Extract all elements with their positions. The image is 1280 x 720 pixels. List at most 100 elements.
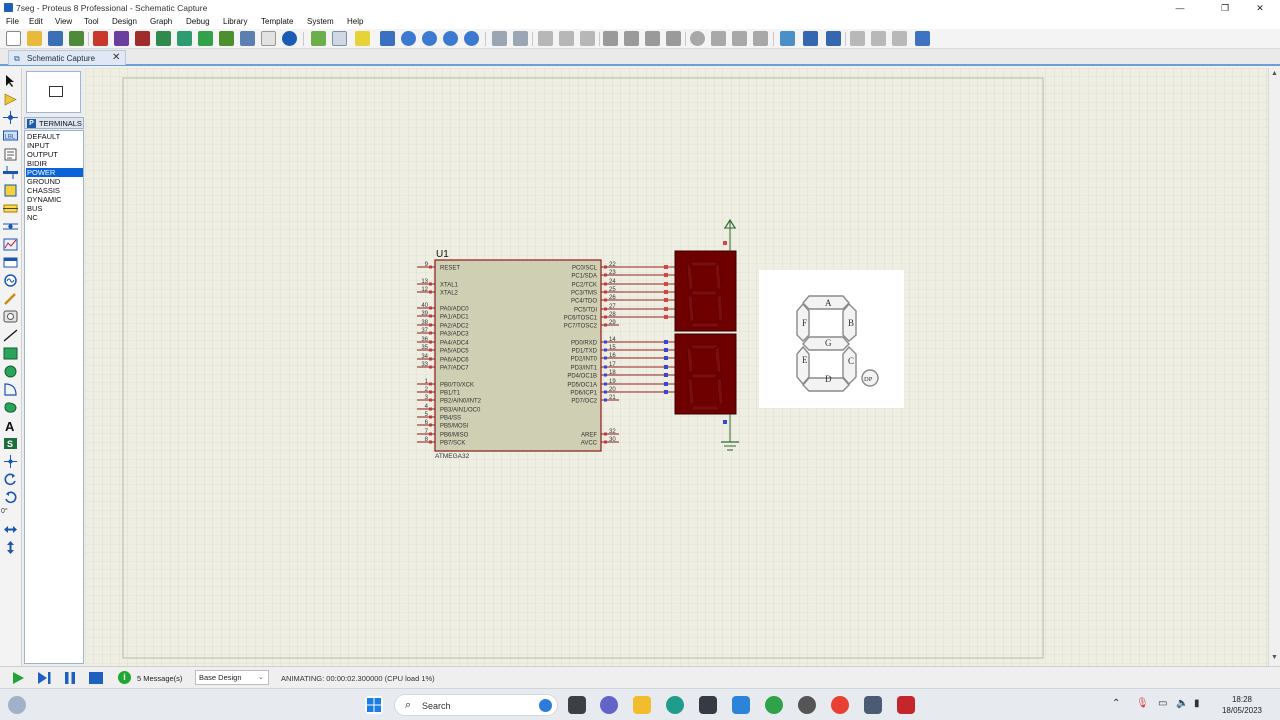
link-app-icon[interactable] (732, 696, 750, 714)
redo-icon[interactable] (513, 31, 528, 46)
weather-icon[interactable] (8, 696, 26, 714)
mirror-vertical-icon[interactable] (3, 541, 18, 554)
close-button[interactable]: ✕ (1240, 1, 1280, 15)
taskbar-search[interactable]: ⌕ Search (394, 694, 558, 716)
help-icon[interactable] (282, 31, 297, 46)
block-copy-icon[interactable] (603, 31, 618, 46)
restore-button[interactable]: ❐ (1205, 1, 1245, 15)
menu-help[interactable]: Help (347, 17, 363, 26)
paste-icon[interactable] (580, 31, 595, 46)
marker-tool-icon[interactable] (3, 455, 18, 468)
search-tag-icon[interactable] (803, 31, 818, 46)
menu-library[interactable]: Library (223, 17, 247, 26)
open-folder-icon[interactable] (27, 31, 42, 46)
chat-icon[interactable] (600, 696, 618, 714)
selection-mode-icon[interactable] (3, 74, 18, 87)
decompose-icon[interactable] (732, 31, 747, 46)
list-item[interactable]: GROUND (26, 177, 83, 186)
new-sheet-icon[interactable] (850, 31, 865, 46)
import-icon[interactable] (69, 31, 84, 46)
goto-sheet-icon[interactable] (892, 31, 907, 46)
menu-design[interactable]: Design (112, 17, 137, 26)
path-tool-icon[interactable] (3, 401, 18, 414)
recorder-icon[interactable] (897, 696, 915, 714)
probe-mode-icon[interactable] (3, 292, 18, 305)
schematic-icon[interactable] (114, 31, 129, 46)
gerber-icon[interactable] (177, 31, 192, 46)
scroll-up-icon[interactable]: ▲ (1271, 70, 1278, 77)
subcircuit-mode-icon[interactable] (3, 184, 18, 197)
rotate-anticlockwise-icon[interactable] (3, 491, 18, 504)
menu-tool[interactable]: Tool (84, 17, 99, 26)
pick-device-icon[interactable] (690, 31, 705, 46)
generator-mode-icon[interactable] (3, 274, 18, 287)
pcb-layout-icon[interactable] (135, 31, 150, 46)
zoom-out-icon[interactable] (422, 31, 437, 46)
remove-sheet-icon[interactable] (871, 31, 886, 46)
mirror-horizontal-icon[interactable] (3, 523, 18, 536)
list-item[interactable]: BIDIR (26, 159, 83, 168)
schematic-sheet[interactable]: U1 ATMEGA32 9RESET13XTAL112XTAL240PA0/AD… (85, 68, 1268, 666)
refresh-icon[interactable] (311, 31, 326, 46)
design-explorer-icon[interactable] (198, 31, 213, 46)
box-tool-icon[interactable] (3, 347, 18, 360)
start-icon[interactable] (365, 696, 383, 714)
cut-icon[interactable] (538, 31, 553, 46)
component-mode-icon[interactable] (3, 93, 18, 106)
tab-schematic-capture[interactable]: ⧉ Schematic Capture ✕ (8, 50, 126, 65)
menu-debug[interactable]: Debug (186, 17, 210, 26)
pause-icon[interactable] (62, 671, 78, 685)
github-icon[interactable] (798, 696, 816, 714)
zoom-all-icon[interactable] (443, 31, 458, 46)
block-move-icon[interactable] (624, 31, 639, 46)
new-file-icon[interactable] (6, 31, 21, 46)
vertical-scrollbar[interactable]: ▲ ▼ (1268, 68, 1280, 666)
design-select[interactable]: Base Design ⌄ (195, 670, 269, 685)
electrical-rule-check-icon[interactable] (915, 31, 930, 46)
seven-segment-display-lower[interactable] (674, 333, 737, 415)
graph-mode-icon[interactable] (3, 238, 18, 251)
block-rotate-icon[interactable] (645, 31, 660, 46)
tape-recorder-icon[interactable] (3, 256, 18, 269)
list-item[interactable]: NC (26, 213, 83, 222)
minimize-button[interactable]: — (1160, 1, 1200, 15)
proteus-taskbar-icon[interactable] (864, 696, 882, 714)
xbox-icon[interactable] (765, 696, 783, 714)
seven-segment-display-upper[interactable] (674, 250, 737, 332)
volume-icon[interactable]: 🔈 (1176, 698, 1188, 709)
circle-tool-icon[interactable] (3, 365, 18, 378)
text-script-icon[interactable] (3, 148, 18, 161)
message-count[interactable]: 5 Message(s) (137, 674, 182, 683)
step-icon[interactable] (36, 671, 52, 685)
list-item[interactable]: DYNAMIC (26, 195, 83, 204)
menu-system[interactable]: System (307, 17, 334, 26)
store-icon[interactable] (699, 696, 717, 714)
menu-template[interactable]: Template (261, 17, 293, 26)
stop-icon[interactable] (88, 671, 104, 685)
list-item-selected[interactable]: POWER (26, 168, 83, 177)
virtual-instruments-icon[interactable] (3, 310, 18, 323)
zoom-in-icon[interactable] (401, 31, 416, 46)
bom-icon[interactable] (219, 31, 234, 46)
zoom-area-icon[interactable] (464, 31, 479, 46)
device-pins-icon[interactable] (3, 220, 18, 233)
source-code-icon[interactable] (240, 31, 255, 46)
grid-icon[interactable] (332, 31, 347, 46)
undo-icon[interactable] (492, 31, 507, 46)
scroll-down-icon[interactable]: ▼ (1271, 654, 1278, 661)
atmega32-chip[interactable]: U1 ATMEGA32 9RESET13XTAL112XTAL240PA0/AD… (417, 249, 619, 460)
junction-dot-icon[interactable] (3, 111, 18, 124)
microphone-icon[interactable]: 🎙 (1136, 698, 1149, 709)
schematic-canvas[interactable]: U1 ATMEGA32 9 RESET 13 XTAL1 12 XTAL2 40 PA0/AD… (85, 68, 1268, 666)
info-icon[interactable]: i (118, 671, 131, 684)
symbol-tool-icon[interactable]: S (3, 437, 18, 450)
arc-tool-icon[interactable] (3, 383, 18, 396)
packaging-tool-icon[interactable] (753, 31, 768, 46)
tab-close-icon[interactable]: ✕ (112, 52, 120, 63)
edge-icon[interactable] (666, 696, 684, 714)
menu-edit[interactable]: Edit (29, 17, 43, 26)
home-icon[interactable] (93, 31, 108, 46)
menu-graph[interactable]: Graph (150, 17, 172, 26)
line-tool-icon[interactable] (3, 329, 18, 342)
taskbar-clock[interactable]: 18:28 18/05/2023 (1212, 694, 1272, 716)
